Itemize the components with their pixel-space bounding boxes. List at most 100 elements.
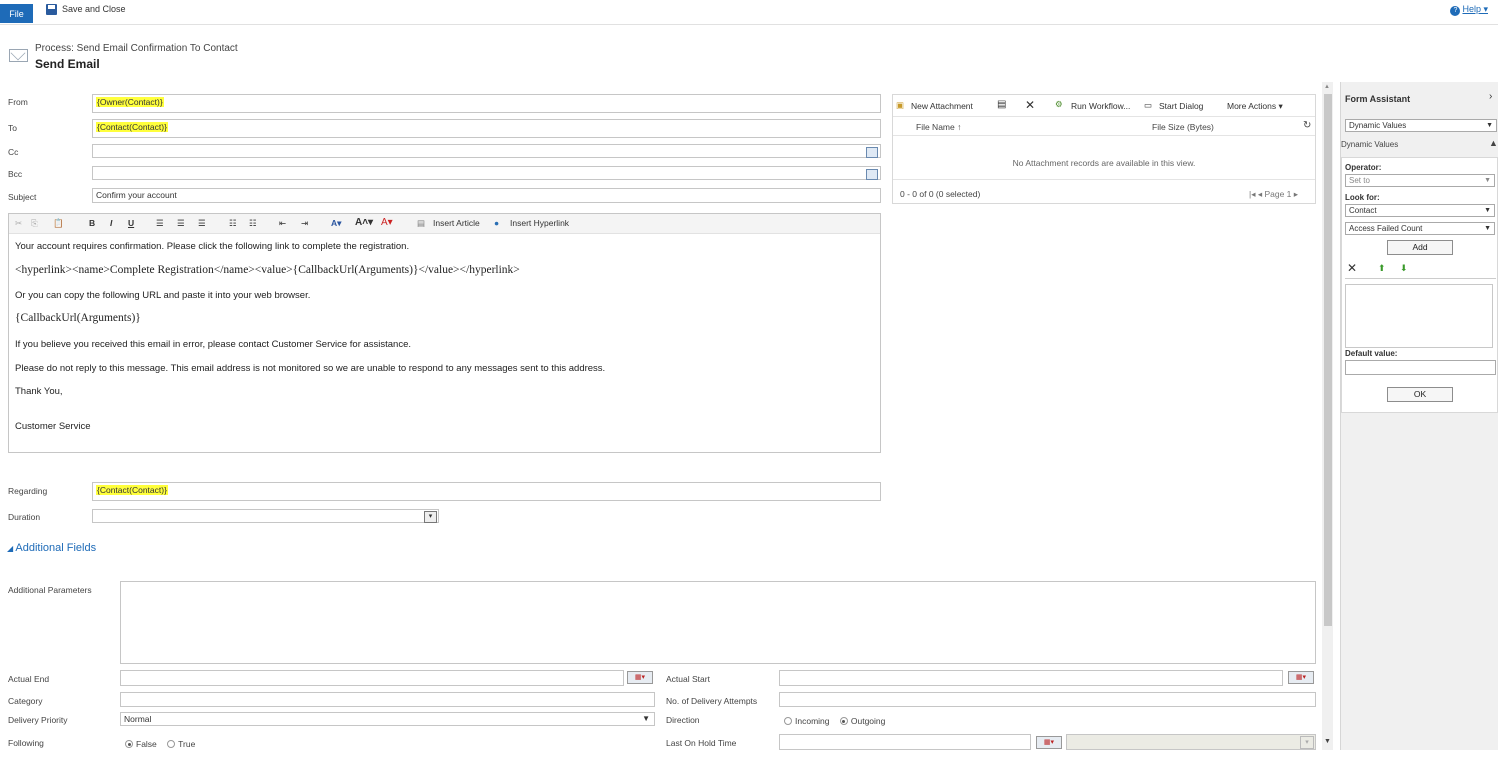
direction-incoming-radio[interactable]	[784, 717, 792, 725]
first-page-icon[interactable]: |◂ ◂	[1249, 189, 1264, 199]
chevron-down-icon: ▼	[1484, 207, 1491, 214]
body-line: <hyperlink><name>Complete Registration</…	[15, 264, 520, 276]
font-size-icon[interactable]: A˄▾	[355, 217, 373, 228]
grid-status: 0 - 0 of 0 (0 selected)	[900, 189, 981, 199]
lookup-icon[interactable]	[866, 169, 878, 180]
delivery-priority-select[interactable]: Normal ▼	[120, 712, 655, 726]
chevron-down-icon: ▼	[642, 714, 650, 723]
calendar-icon[interactable]: ▦▾	[627, 671, 653, 684]
next-page-icon[interactable]: ▸	[1291, 189, 1298, 199]
last-on-hold-date[interactable]	[779, 734, 1031, 750]
delivery-attempts-field[interactable]	[779, 692, 1316, 707]
move-down-icon[interactable]: ⬇	[1400, 263, 1408, 274]
start-dialog-button[interactable]: Start Dialog	[1159, 101, 1203, 111]
ok-button[interactable]: OK	[1387, 387, 1453, 402]
add-button[interactable]: Add	[1387, 240, 1453, 255]
bcc-field[interactable]	[92, 166, 881, 180]
additional-fields-header[interactable]: ◢ Additional Fields	[7, 542, 96, 554]
highlight-icon[interactable]: A▾	[331, 218, 341, 229]
insert-hyperlink-button[interactable]: Insert Hyperlink	[510, 218, 569, 228]
look-for-select[interactable]: Contact ▼	[1345, 204, 1495, 217]
operator-select[interactable]: Set to ▼	[1345, 174, 1495, 187]
save-icon[interactable]	[46, 4, 57, 15]
workflow-icon: ⚙	[1055, 99, 1063, 109]
cut-icon[interactable]: ✂	[15, 218, 22, 229]
save-and-close-button[interactable]: Save and Close	[62, 4, 126, 14]
default-value-input[interactable]	[1345, 360, 1496, 375]
file-tab[interactable]: File	[0, 4, 33, 23]
file-size-column[interactable]: File Size (Bytes)	[1152, 122, 1214, 132]
copy-icon[interactable]: ⎘	[31, 218, 38, 229]
email-body-editor[interactable]: ✂ ⎘ 📋 B I U ☰ ☰ ☰ ☷ ☷ ⇤ ⇥ A▾ A˄▾ A▾ ▤ In…	[8, 213, 881, 453]
last-on-hold-label: Last On Hold Time	[666, 738, 737, 748]
align-right-icon[interactable]: ☰	[198, 218, 206, 229]
body-line: Please do not reply to this message. Thi…	[15, 363, 606, 374]
expand-icon[interactable]: ›	[1489, 91, 1492, 102]
increase-indent-icon[interactable]: ⇥	[301, 218, 308, 229]
default-value-label: Default value:	[1345, 349, 1398, 358]
numbered-list-icon[interactable]: ☷	[249, 218, 257, 229]
move-up-icon[interactable]: ⬆	[1378, 263, 1386, 274]
help-menu[interactable]: ? Help ▾	[1450, 4, 1488, 16]
attribute-select[interactable]: Access Failed Count ▼	[1345, 222, 1495, 235]
empty-message: No Attachment records are available in t…	[1012, 158, 1196, 168]
scroll-up-icon[interactable]: ▲	[1324, 84, 1330, 90]
insert-article-button[interactable]: Insert Article	[433, 218, 480, 228]
paste-icon[interactable]: 📋	[53, 218, 64, 229]
dynamic-values-list[interactable]	[1345, 284, 1493, 348]
actual-start-field[interactable]	[779, 670, 1283, 686]
bold-icon[interactable]: B	[89, 218, 95, 228]
file-name-column[interactable]: File Name ↑	[916, 122, 961, 132]
align-left-icon[interactable]: ☰	[156, 218, 164, 229]
delete-icon[interactable]: ✕	[1347, 261, 1357, 275]
underline-icon[interactable]: U	[128, 218, 134, 228]
chevron-down-icon[interactable]: ▾	[424, 511, 437, 523]
dynamic-values-select[interactable]: Dynamic Values ▼	[1345, 119, 1497, 132]
calendar-icon[interactable]: ▦▾	[1288, 671, 1314, 684]
collapse-section-icon[interactable]: ▲	[1489, 138, 1498, 148]
following-true-radio[interactable]	[167, 740, 176, 748]
subject-field[interactable]: Confirm your account	[92, 188, 881, 203]
from-field[interactable]: {Owner(Contact)}	[92, 94, 881, 113]
actual-end-label: Actual End	[8, 674, 50, 684]
dynamic-values-box: Operator: Set to ▼ Look for: Contact ▼ Acc…	[1341, 157, 1498, 413]
to-value: {Contact(Contact)}	[96, 122, 168, 132]
additional-fields-title: Additional Fields	[15, 542, 97, 554]
cc-field[interactable]	[92, 144, 881, 158]
following-false-radio[interactable]	[125, 740, 133, 748]
decrease-indent-icon[interactable]: ⇤	[279, 218, 286, 229]
actual-end-field[interactable]	[120, 670, 624, 686]
chevron-down-icon: ▼	[1484, 225, 1491, 232]
category-field[interactable]	[120, 692, 655, 707]
italic-icon[interactable]: I	[110, 218, 112, 228]
scroll-down-icon[interactable]: ▼	[1324, 738, 1331, 745]
look-for-label: Look for:	[1345, 193, 1380, 202]
body-line: If you believe you received this email i…	[15, 339, 412, 350]
calendar-icon[interactable]: ▦▾	[1036, 736, 1062, 749]
direction-outgoing-radio[interactable]	[839, 717, 848, 725]
additional-parameters-field[interactable]	[120, 581, 1316, 664]
page-number: Page 1	[1264, 189, 1292, 199]
help-label[interactable]: Help ▾	[1462, 4, 1488, 14]
align-center-icon[interactable]: ☰	[177, 218, 185, 229]
duration-select[interactable]: ▾	[92, 509, 439, 523]
following-true-label: True	[178, 739, 196, 749]
form-assistant-panel: Form Assistant › Dynamic Values ▼ Dynamic…	[1340, 82, 1498, 750]
direction-radios: Incoming Outgoing	[784, 716, 885, 726]
bullet-list-icon[interactable]: ☷	[229, 218, 237, 229]
add-existing-icon[interactable]: ▤	[997, 99, 1006, 110]
run-workflow-button[interactable]: Run Workflow...	[1071, 101, 1130, 111]
subject-label: Subject	[8, 192, 37, 202]
font-color-icon[interactable]: A▾	[381, 217, 393, 228]
page-title: Send Email	[35, 57, 100, 71]
scrollbar-thumb[interactable]	[1324, 94, 1332, 626]
regarding-field[interactable]: {Contact(Contact)}	[92, 482, 881, 501]
more-actions-button[interactable]: More Actions ▾	[1227, 101, 1283, 112]
look-for-value: Contact	[1349, 206, 1377, 215]
to-field[interactable]: {Contact(Contact)}	[92, 119, 881, 138]
body-line: {CallbackUrl(Arguments)}	[15, 312, 141, 324]
refresh-icon[interactable]: ↻	[1303, 120, 1311, 131]
lookup-icon[interactable]	[866, 147, 878, 158]
delete-icon[interactable]: ✕	[1025, 98, 1035, 112]
new-attachment-button[interactable]: New Attachment	[911, 101, 973, 111]
